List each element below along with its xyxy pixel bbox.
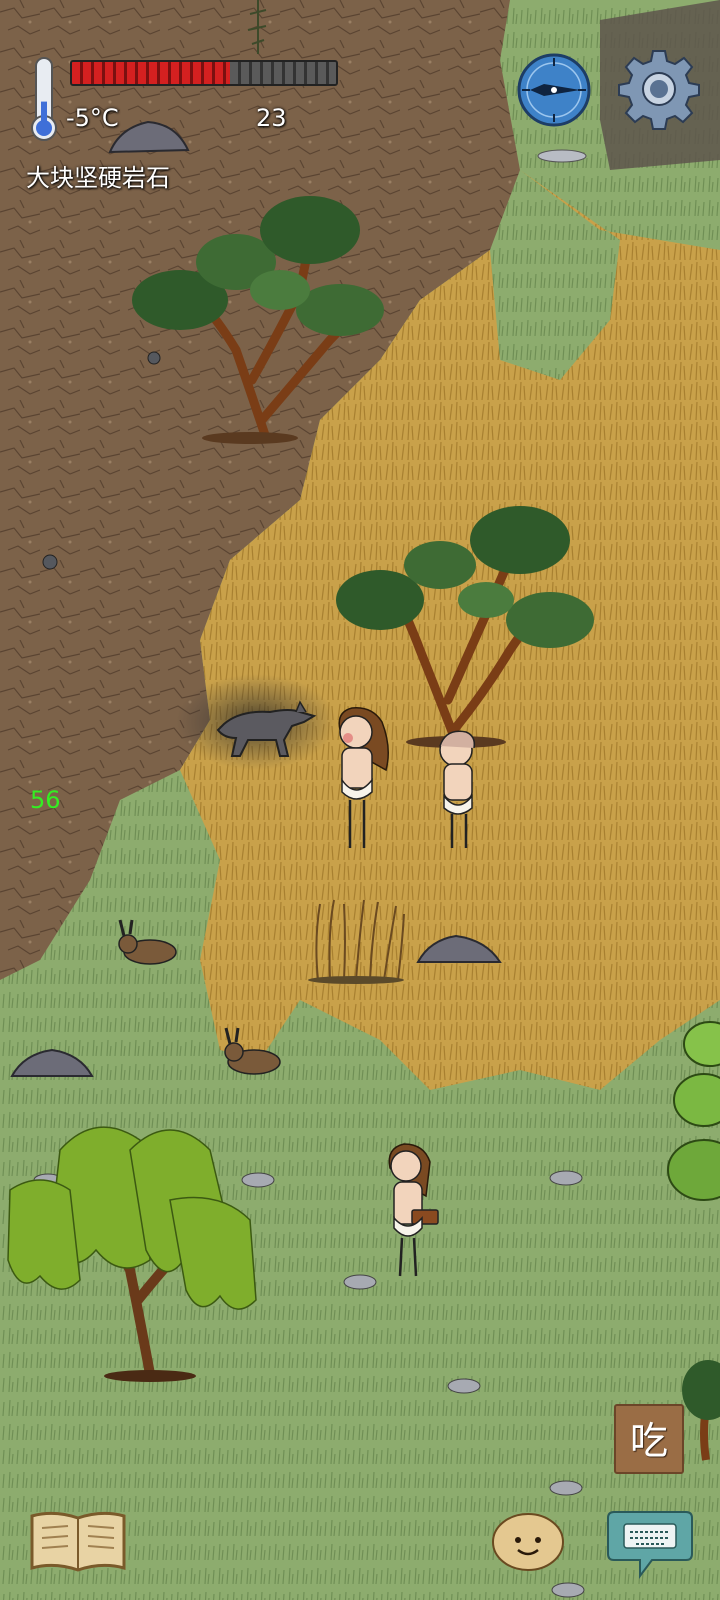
small-stone[interactable]: [447, 1378, 481, 1394]
thermometer-icon: [31, 57, 57, 141]
flint-stone[interactable]: [537, 149, 587, 163]
round-stone[interactable]: [147, 351, 161, 365]
round-stone[interactable]: [42, 554, 58, 570]
eat-button[interactable]: 吃: [614, 1404, 684, 1474]
food-meter-empty: [230, 62, 336, 84]
food-count: 23: [256, 104, 287, 132]
small-stone[interactable]: [549, 1480, 583, 1496]
small-stone[interactable]: [549, 1170, 583, 1186]
small-stone[interactable]: [241, 1172, 275, 1188]
game-world[interactable]: [0, 0, 720, 1600]
keyboard-chat-icon[interactable]: [606, 1504, 694, 1580]
small-stone[interactable]: [551, 1582, 585, 1598]
potato-face-icon[interactable]: [490, 1508, 566, 1572]
food-meter-fill: [72, 62, 231, 84]
debug-counter: 56: [30, 786, 61, 814]
hovered-object-label: 大块坚硬岩石: [26, 164, 170, 192]
compass-icon[interactable]: [516, 52, 592, 128]
food-meter: [70, 60, 338, 86]
gear-icon[interactable]: [618, 48, 700, 130]
temperature-readout: -5°C: [66, 104, 119, 132]
small-stone[interactable]: [343, 1274, 377, 1290]
book-icon[interactable]: [28, 1508, 128, 1572]
